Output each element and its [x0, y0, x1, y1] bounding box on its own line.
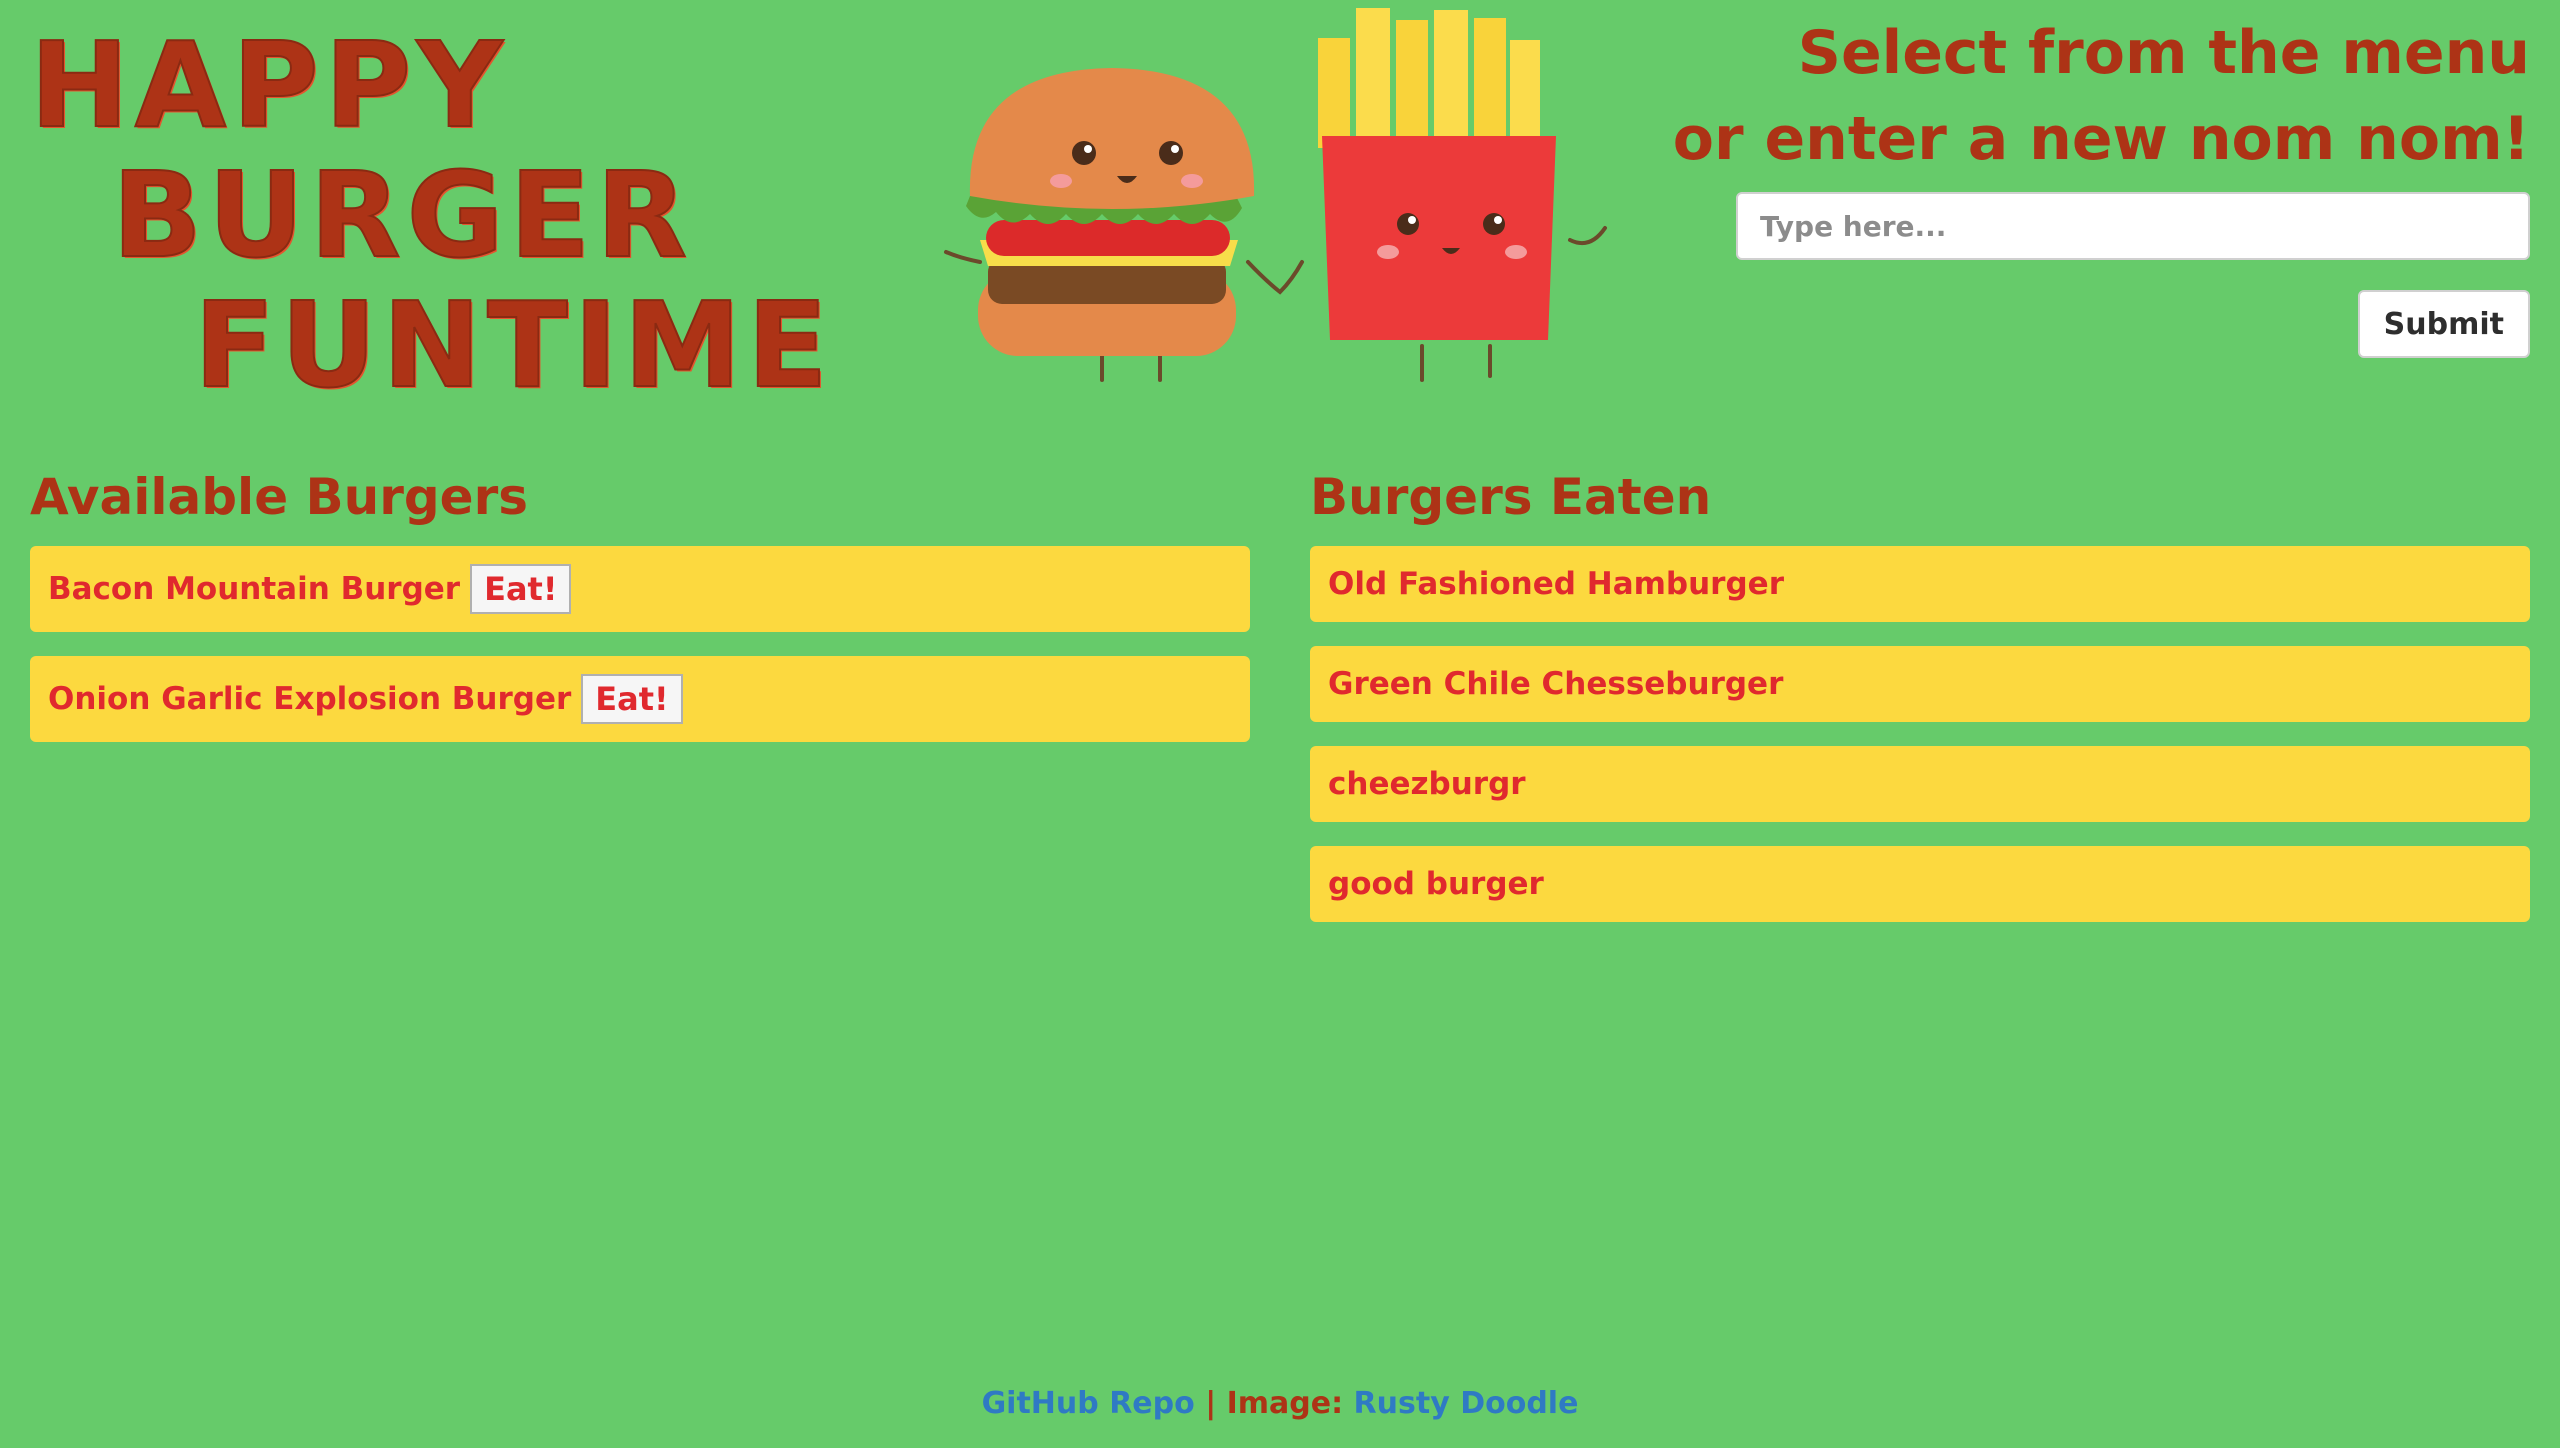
burger-name: Onion Garlic Explosion Burger [48, 681, 572, 717]
available-burgers-heading: Available Burgers [30, 468, 528, 526]
title-line-3: FUNTIME [193, 276, 834, 414]
burger-name: Bacon Mountain Burger [48, 571, 461, 607]
burgers-eaten-heading: Burgers Eaten [1310, 468, 1712, 526]
site-title: HAPPY BURGER FUNTIME [29, 16, 834, 414]
burgers-eaten-section: Burgers Eaten Old Fashioned Hamburger Gr… [1310, 462, 2530, 946]
title-line-2: BURGER [111, 146, 693, 284]
burger-name: good burger [1328, 866, 1544, 902]
submit-button[interactable]: Submit [2357, 290, 2530, 358]
list-item: Green Chile Chesseburger [1310, 646, 2530, 722]
eat-button[interactable]: Eat! [581, 674, 683, 724]
list-item: cheezburgr [1310, 746, 2530, 822]
new-burger-input[interactable] [1736, 192, 2530, 260]
list-item: Old Fashioned Hamburger [1310, 546, 2530, 622]
list-item: Onion Garlic Explosion Burger Eat! [30, 656, 1250, 742]
list-item: Bacon Mountain Burger Eat! [30, 546, 1250, 632]
burger-mascot-icon [944, 68, 1304, 382]
available-burgers-section: Available Burgers Bacon Mountain Burger … [30, 462, 1250, 766]
mascot-illustration [944, 8, 1607, 382]
title-line-1: HAPPY [29, 16, 509, 154]
tagline-line-2: or enter a new nom nom! [1672, 104, 2530, 174]
image-credit-label: Image: [1226, 1386, 1344, 1421]
fries-mascot-icon [1318, 8, 1607, 382]
burger-name: Green Chile Chesseburger [1328, 666, 1784, 702]
rusty-doodle-link[interactable]: Rusty Doodle [1354, 1386, 1579, 1421]
tagline-line-1: Select from the menu [1797, 18, 2530, 88]
list-item: good burger [1310, 846, 2530, 922]
eat-button[interactable]: Eat! [470, 564, 572, 614]
new-burger-form: Select from the menu or enter a new nom … [1630, 10, 2530, 358]
footer: GitHub Repo | Image: Rusty Doodle [0, 1386, 2560, 1421]
burger-name: Old Fashioned Hamburger [1328, 566, 1784, 602]
github-repo-link[interactable]: GitHub Repo [982, 1386, 1195, 1421]
footer-separator: | [1205, 1386, 1217, 1421]
burger-name: cheezburgr [1328, 766, 1526, 802]
